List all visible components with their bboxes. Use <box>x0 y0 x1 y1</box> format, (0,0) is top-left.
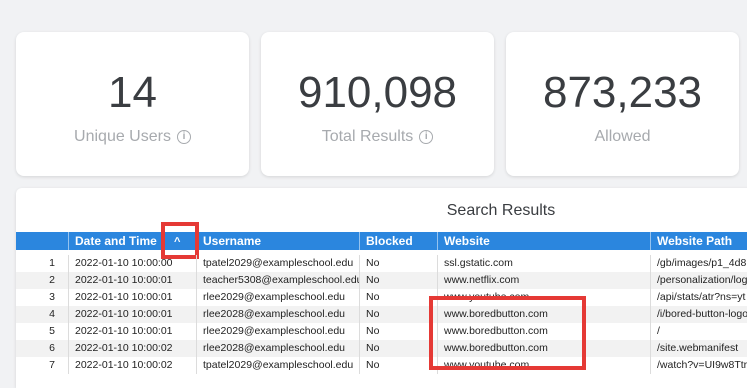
row-index: 3 <box>49 291 55 303</box>
website-path-cell: /i/bored-button-logo <box>650 306 747 323</box>
card-allowed: 873,233 Allowed <box>506 32 739 176</box>
date-time-cell: 2022-01-10 10:00:01 <box>68 289 196 306</box>
blocked-cell: No <box>359 357 437 374</box>
blocked-cell: No <box>359 323 437 340</box>
card-label-row: Unique Users i <box>16 128 249 146</box>
row-index: 7 <box>49 359 55 371</box>
blocked-cell: No <box>359 340 437 357</box>
table-row[interactable]: 2 2022-01-10 10:00:01 teacher5308@exampl… <box>16 272 747 289</box>
blocked-cell: No <box>359 289 437 306</box>
column-header-website[interactable]: Website <box>437 232 650 250</box>
date-time-cell: 2022-01-10 10:00:02 <box>68 340 196 357</box>
blocked-cell: No <box>359 306 437 323</box>
website-path-cell: /watch?v=UI9w8Ttr <box>650 357 747 374</box>
row-index: 1 <box>49 257 55 269</box>
date-time-cell: 2022-01-10 10:00:01 <box>68 323 196 340</box>
date-time-cell: 2022-01-10 10:00:01 <box>68 306 196 323</box>
column-header-index <box>16 232 68 250</box>
row-index: 4 <box>49 308 55 320</box>
website-path-cell: /gb/images/p1_4d8 <box>650 255 747 272</box>
row-index: 5 <box>49 325 55 337</box>
table-row[interactable]: 3 2022-01-10 10:00:01 rlee2029@examplesc… <box>16 289 747 306</box>
date-time-cell: 2022-01-10 10:00:02 <box>68 357 196 374</box>
table-row[interactable]: 7 2022-01-10 10:00:02 tpatel2029@example… <box>16 357 747 374</box>
table-row[interactable]: 5 2022-01-10 10:00:01 rlee2029@examplesc… <box>16 323 747 340</box>
table-row[interactable]: 1 2022-01-10 10:00:00 tpatel2029@example… <box>16 255 747 272</box>
card-label-row: Total Results i <box>261 128 494 146</box>
card-value: 873,233 <box>542 68 703 117</box>
username-cell: tpatel2029@exampleschool.edu <box>196 255 359 272</box>
website-cell: ssl.gstatic.com <box>437 255 650 272</box>
username-cell: rlee2028@exampleschool.edu <box>196 306 359 323</box>
panel-title: Search Results <box>446 202 556 219</box>
blocked-cell: No <box>359 272 437 289</box>
search-results-panel: Search Results Date and Time Username Bl… <box>16 188 747 388</box>
website-path-cell: /personalization/log <box>650 272 747 289</box>
card-total-results: 910,098 Total Results i <box>261 32 494 176</box>
website-path-cell: / <box>650 323 747 340</box>
card-label: Allowed <box>594 128 651 145</box>
username-cell: teacher5308@exampleschool.edu <box>196 272 359 289</box>
date-time-cell: 2022-01-10 10:00:00 <box>68 255 196 272</box>
table-header: Date and Time Username Blocked Website W… <box>16 222 747 259</box>
annotation-box-sort <box>161 222 199 259</box>
card-unique-users: 14 Unique Users i <box>16 32 249 176</box>
username-cell: tpatel2029@exampleschool.edu <box>196 357 359 374</box>
blocked-cell: No <box>359 255 437 272</box>
annotation-box-websites <box>429 296 586 370</box>
row-index: 2 <box>49 274 55 286</box>
card-value: 910,098 <box>297 68 458 117</box>
column-header-blocked[interactable]: Blocked <box>359 232 437 250</box>
table-row[interactable]: 4 2022-01-10 10:00:01 rlee2028@examplesc… <box>16 306 747 323</box>
username-cell: rlee2029@exampleschool.edu <box>196 323 359 340</box>
username-cell: rlee2028@exampleschool.edu <box>196 340 359 357</box>
website-path-cell: /api/stats/atr?ns=yt <box>650 289 747 306</box>
card-label-row: Allowed <box>506 128 739 146</box>
info-circle-icon[interactable]: i <box>176 130 191 144</box>
column-header-website-path[interactable]: Website Path <box>650 232 747 250</box>
website-cell: www.netflix.com <box>437 272 650 289</box>
date-time-cell: 2022-01-10 10:00:01 <box>68 272 196 289</box>
table-row[interactable]: 6 2022-01-10 10:00:02 rlee2028@examplesc… <box>16 340 747 357</box>
row-index: 6 <box>49 342 55 354</box>
website-path-cell: /site.webmanifest <box>650 340 747 357</box>
card-value: 14 <box>108 68 157 117</box>
info-circle-icon[interactable]: i <box>419 130 434 144</box>
column-header-username[interactable]: Username <box>196 232 359 250</box>
card-label: Total Results <box>321 128 414 145</box>
username-cell: rlee2029@exampleschool.edu <box>196 289 359 306</box>
card-label: Unique Users <box>74 128 171 145</box>
